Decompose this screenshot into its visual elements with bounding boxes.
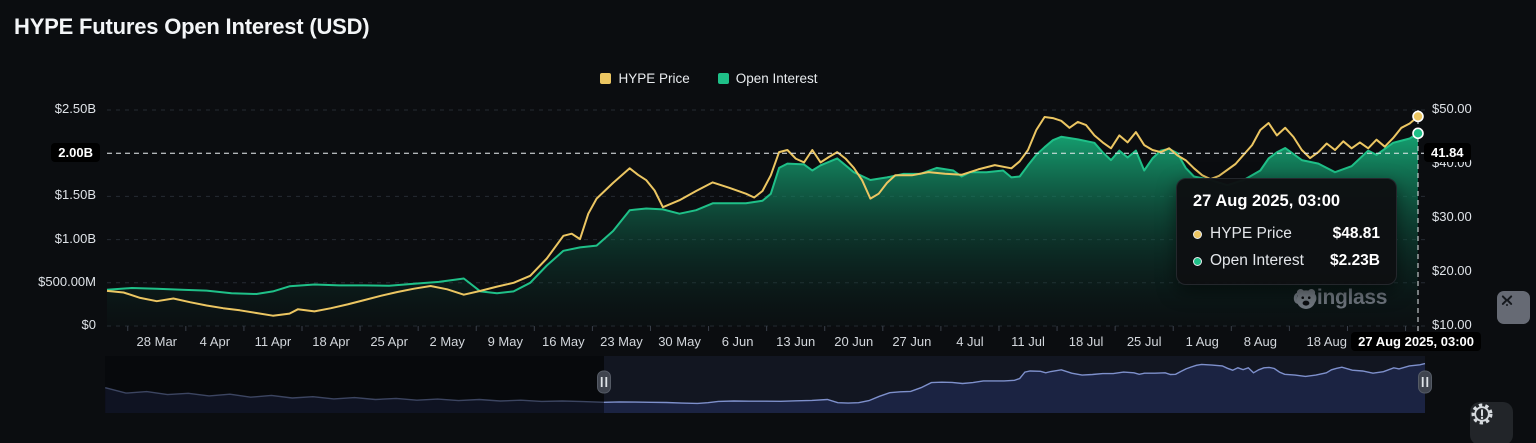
y-axis-left-tick-label: $2.50B bbox=[0, 101, 96, 116]
legend: HYPE Price Open Interest bbox=[0, 71, 1418, 86]
y-axis-left-tick-label: $0 bbox=[0, 317, 96, 332]
y-axis-left-tick-label: $1.00B bbox=[0, 231, 96, 246]
hype-price-last-point-marker bbox=[1413, 111, 1423, 121]
open-interest-dot-icon bbox=[1193, 257, 1202, 266]
hype-price-swatch-icon bbox=[600, 73, 611, 84]
tooltip-row-hype-price: HYPE Price $48.81 bbox=[1193, 225, 1380, 243]
gear-alert-icon bbox=[1470, 402, 1494, 426]
open-interest-swatch-icon bbox=[718, 73, 729, 84]
y-axis-left-tick-label: $1.50B bbox=[0, 187, 96, 202]
navigator-unselected-mask[interactable] bbox=[105, 356, 604, 413]
collapse-arrows-icon bbox=[1497, 291, 1517, 311]
crosshair-right-value-badge: 41.84 bbox=[1424, 143, 1471, 162]
legend-item-open-interest[interactable]: Open Interest bbox=[718, 71, 818, 86]
crosshair-left-value-badge: 2.00B bbox=[51, 143, 100, 162]
y-axis-right-tick-label: $30.00 bbox=[1432, 209, 1512, 224]
y-axis-left-tick-label: $500.00M bbox=[0, 274, 96, 289]
coinglass-bear-icon bbox=[1293, 286, 1319, 312]
tooltip-row-open-interest: Open Interest $2.23B bbox=[1193, 252, 1380, 270]
tooltip-value: $48.81 bbox=[1333, 225, 1380, 243]
legend-label-hype-price: HYPE Price bbox=[618, 71, 689, 86]
settings-button[interactable] bbox=[1470, 402, 1513, 443]
tooltip-value: $2.23B bbox=[1330, 252, 1380, 270]
legend-item-hype-price[interactable]: HYPE Price bbox=[600, 71, 689, 86]
coinglass-chart-page: HYPE Futures Open Interest (USD) HYPE Pr… bbox=[0, 0, 1536, 443]
chart-tooltip: 27 Aug 2025, 03:00 HYPE Price $48.81 Ope… bbox=[1176, 178, 1397, 285]
crosshair-date-badge: 27 Aug 2025, 03:00 bbox=[1351, 332, 1481, 351]
y-axis-right-tick-label: $20.00 bbox=[1432, 263, 1512, 278]
legend-label-open-interest: Open Interest bbox=[736, 71, 818, 86]
collapse-panel-button[interactable] bbox=[1497, 291, 1530, 324]
open-interest-last-point-marker bbox=[1413, 128, 1423, 138]
navigator-handle-right[interactable] bbox=[1419, 371, 1432, 393]
coinglass-watermark: coinglass bbox=[1293, 286, 1387, 310]
navigator-handle-left[interactable] bbox=[598, 371, 611, 393]
tooltip-date: 27 Aug 2025, 03:00 bbox=[1193, 192, 1380, 211]
tooltip-label: Open Interest bbox=[1210, 252, 1330, 270]
y-axis-right-tick-label: $50.00 bbox=[1432, 101, 1512, 116]
tooltip-label: HYPE Price bbox=[1210, 225, 1333, 243]
hype-price-dot-icon bbox=[1193, 230, 1202, 239]
